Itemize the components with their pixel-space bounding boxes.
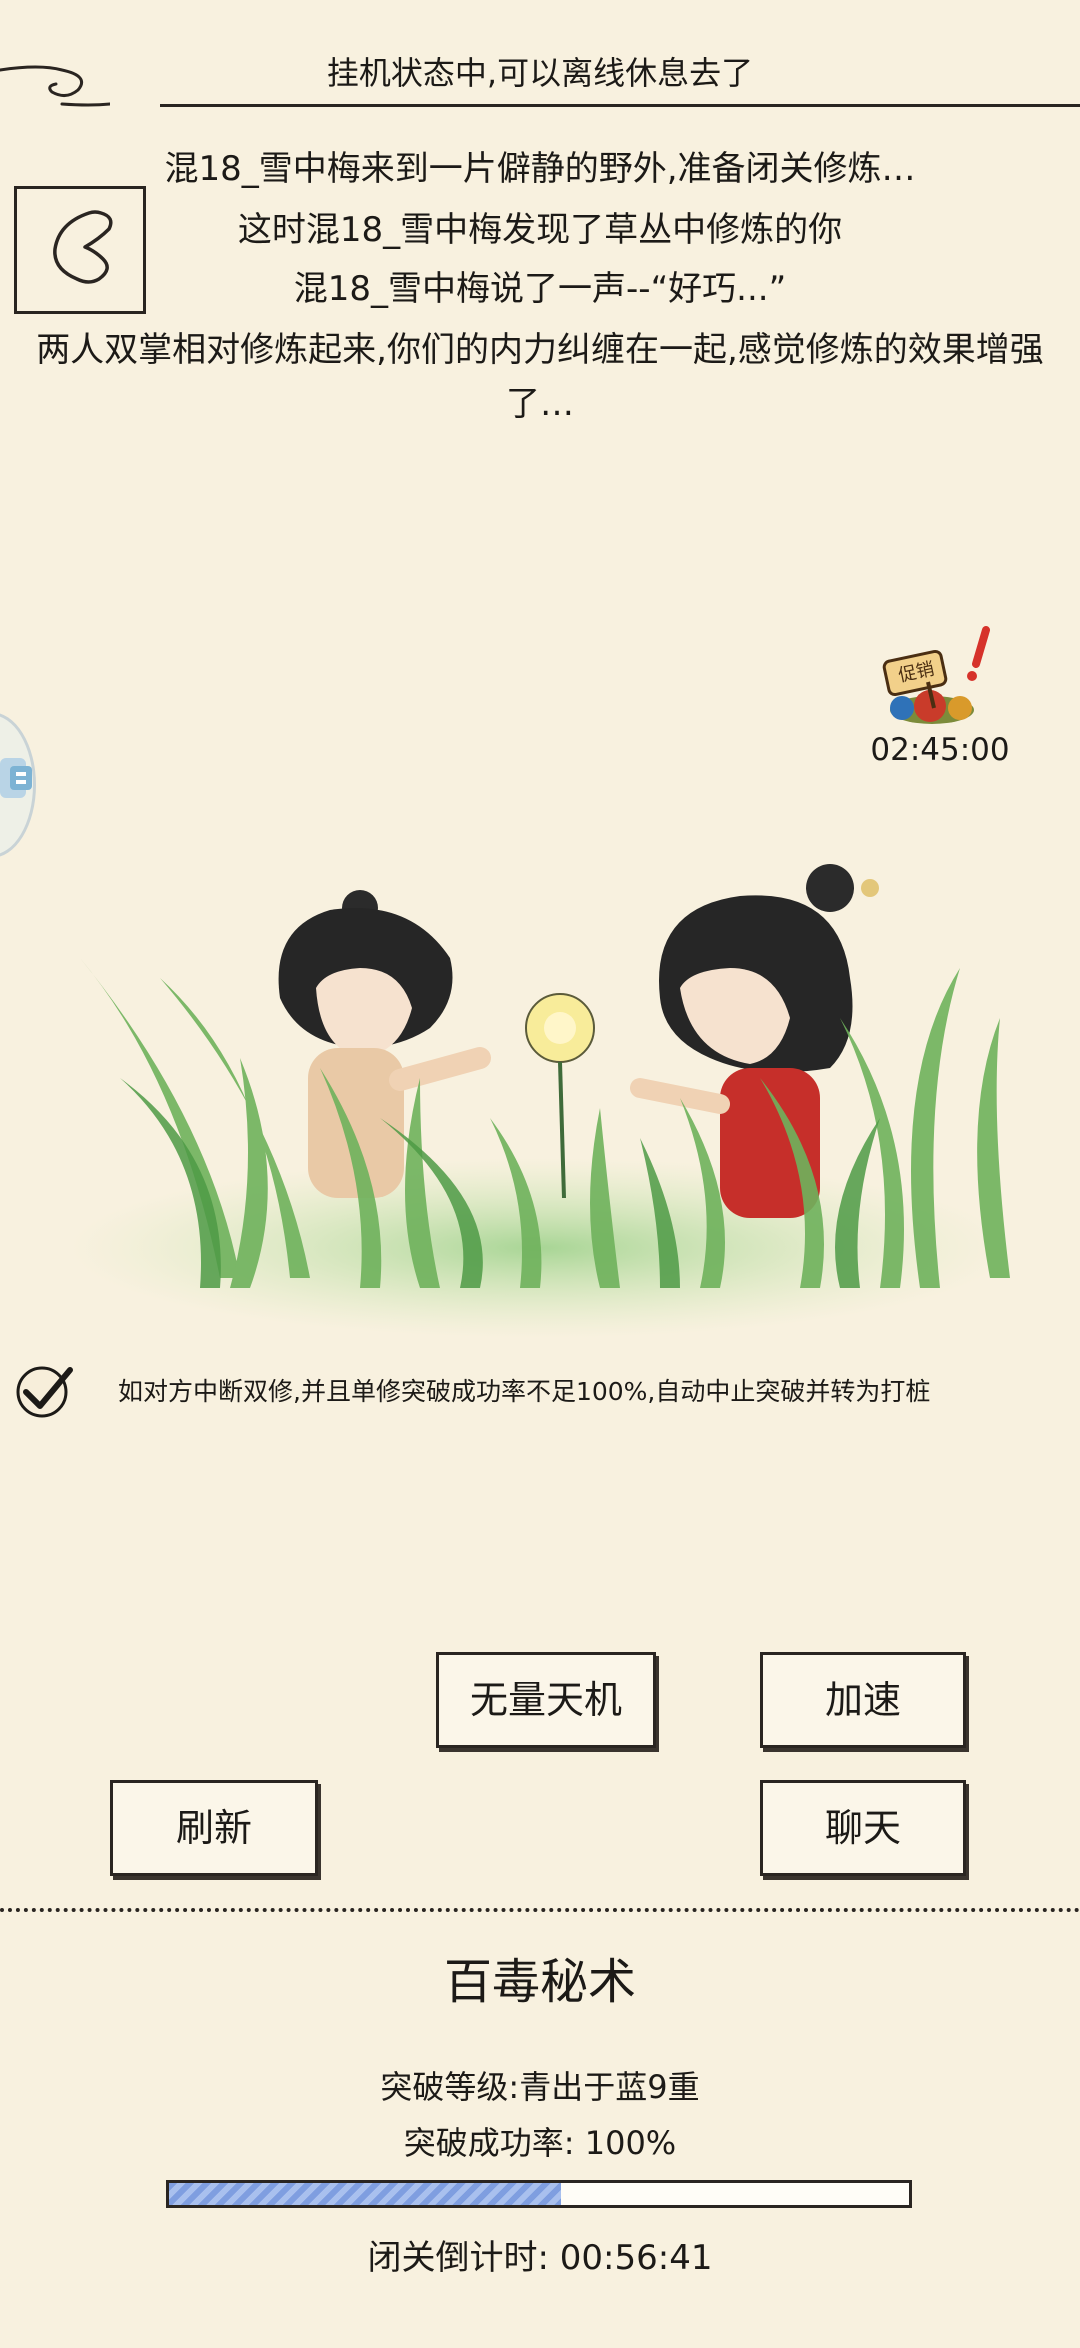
story-line-4: 两人双掌相对修炼起来,你们的内力纠缠在一起,感觉修炼的效果增强了…: [36, 330, 1044, 424]
chat-button[interactable]: 聊天: [760, 1780, 966, 1876]
side-tab-icon[interactable]: [0, 752, 40, 804]
story-line-2: 这时混18_雪中梅发现了草丛中修炼的你: [237, 210, 843, 250]
wuliang-tianji-button[interactable]: 无量天机: [436, 1652, 656, 1748]
promo-bag-icon: [882, 626, 990, 724]
progress-fill: [169, 2183, 562, 2205]
checkbox-checked-icon[interactable]: [14, 1360, 76, 1420]
skill-name: 百毒秘术: [443, 1954, 636, 2010]
story-line-3: 混18_雪中梅说了一声--“好巧...”: [293, 269, 787, 309]
cultivation-illustration: [60, 818, 1020, 1338]
promo-timer: 02:45:00: [870, 732, 1010, 768]
dotted-divider: [0, 1908, 1080, 1912]
refresh-button[interactable]: 刷新: [110, 1780, 318, 1876]
header: 挂机状态中,可以离线休息去了: [0, 0, 1080, 110]
breakthrough-level: 突破等级:青出于蓝9重: [380, 2068, 700, 2106]
header-divider: [160, 104, 1080, 107]
progress-bar: [166, 2180, 912, 2208]
speed-up-button[interactable]: 加速: [760, 1652, 966, 1748]
breakthrough-rate: 突破成功率: 100%: [403, 2124, 677, 2162]
grass-scene-image: [70, 864, 1010, 1338]
auto-stop-label: 如对方中断双修,并且单修突破成功率不足100%,自动中止突破并转为打桩: [118, 1377, 931, 1406]
story-line-1: 混18_雪中梅来到一片僻静的野外,准备闭关修炼…: [164, 149, 916, 189]
header-title: 挂机状态中,可以离线休息去了: [326, 54, 754, 92]
retreat-countdown: 闭关倒计时: 00:56:41: [367, 2238, 713, 2278]
